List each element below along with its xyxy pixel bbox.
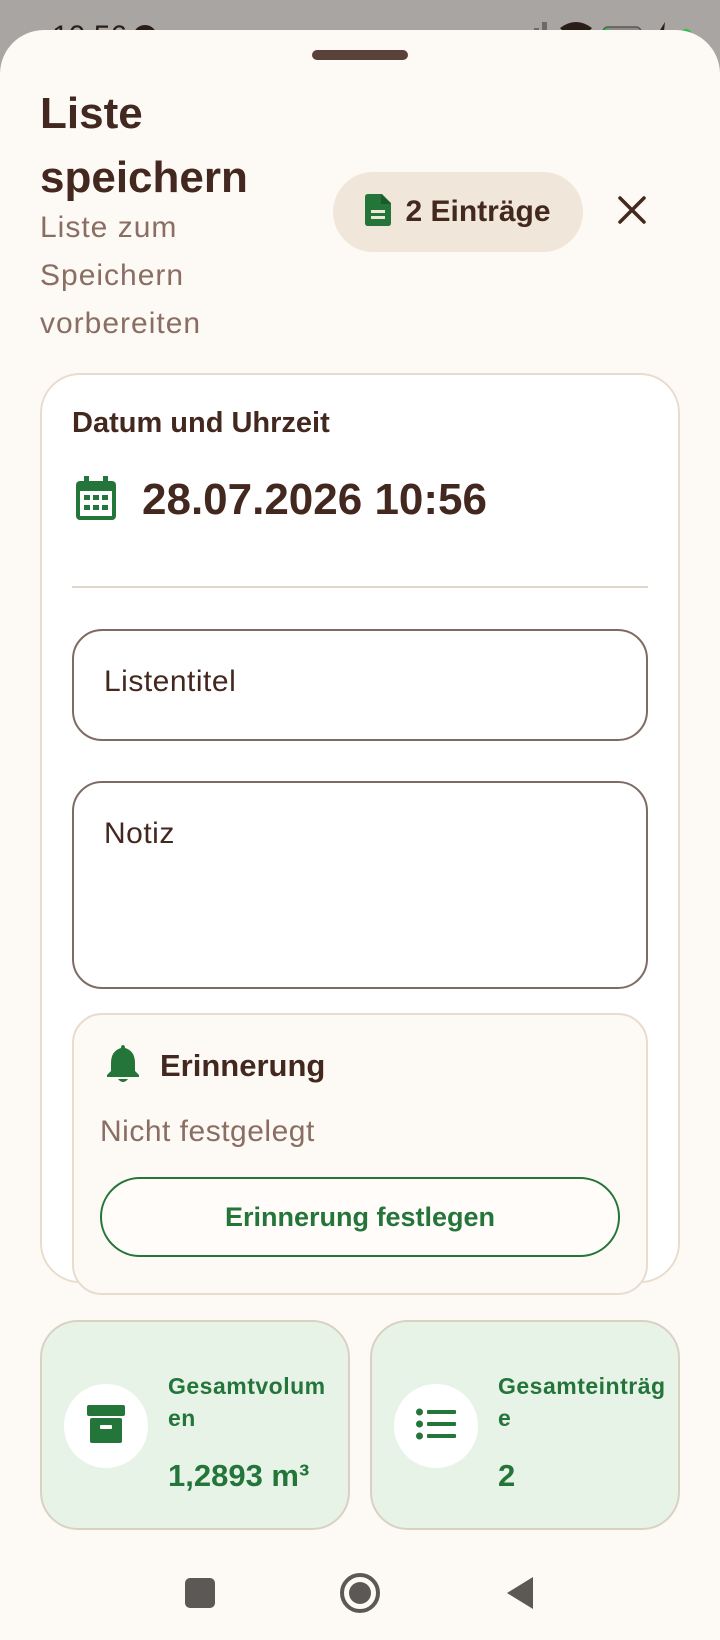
back-icon [505, 1576, 535, 1615]
home-icon [339, 1572, 381, 1619]
reminder-header: Erinnerung [106, 1043, 325, 1088]
entries-icon-circle [394, 1384, 478, 1468]
reminder-title: Erinnerung [160, 1047, 326, 1083]
recents-button[interactable] [175, 1570, 225, 1620]
system-navigation-bar [0, 1550, 720, 1640]
drag-handle[interactable] [312, 50, 408, 60]
reminder-status: Nicht festgelegt [100, 1115, 315, 1148]
home-button[interactable] [335, 1570, 385, 1620]
total-entries-label: Gesamteinträge [498, 1373, 666, 1431]
list-icon [416, 1408, 456, 1445]
volume-icon-circle [64, 1384, 148, 1468]
note-field[interactable]: Notiz [72, 781, 648, 989]
reminder-section: Erinnerung Nicht festgelegt Erinnerung f… [72, 1013, 648, 1295]
note-placeholder: Notiz [104, 817, 175, 850]
close-icon [617, 195, 647, 230]
total-volume-card: Gesamtvolumen 1,2893 m³ [40, 1320, 350, 1530]
archive-box-icon [87, 1404, 125, 1448]
list-details-card: Datum und Uhrzeit 28.07.2026 10:56 Liste… [40, 373, 680, 1295]
total-volume-value: 1,2893 m³ [168, 1458, 310, 1493]
set-reminder-button[interactable]: Erinnerung festlegen [100, 1177, 620, 1257]
page-title: Liste speichern [40, 89, 248, 202]
close-button[interactable] [608, 188, 656, 236]
document-icon [365, 193, 392, 231]
date-section-label: Datum und Uhrzeit [72, 407, 330, 439]
bell-icon [106, 1043, 140, 1088]
date-value: 28.07.2026 10:56 [142, 475, 487, 524]
divider [72, 586, 648, 588]
total-entries-value: 2 [498, 1458, 516, 1493]
list-title-field[interactable]: Listentitel [72, 629, 648, 741]
entry-count-label: 2 Einträge [405, 195, 551, 228]
list-title-placeholder: Listentitel [104, 665, 237, 698]
save-list-sheet: Liste speichern Liste zum Speichern vorb… [0, 30, 720, 1550]
total-volume-label: Gesamtvolumen [168, 1373, 326, 1431]
calendar-icon [76, 475, 116, 525]
total-entries-card: Gesamteinträge 2 [370, 1320, 680, 1530]
entry-count-chip: 2 Einträge [333, 172, 583, 252]
recents-icon [184, 1577, 216, 1614]
page-subtitle: Liste zum Speichern vorbereiten [40, 211, 202, 340]
back-button[interactable] [495, 1570, 545, 1620]
date-row[interactable]: 28.07.2026 10:56 [76, 475, 487, 525]
